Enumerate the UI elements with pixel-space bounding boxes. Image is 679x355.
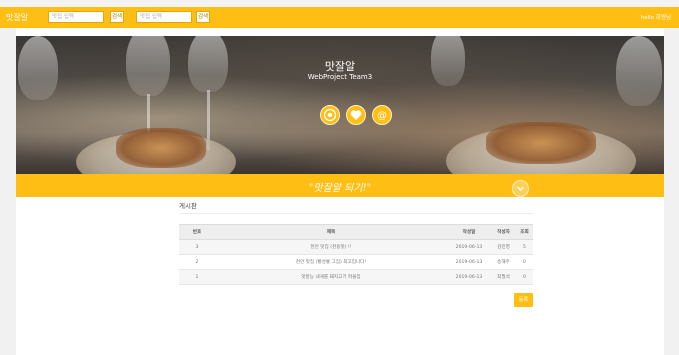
post-date: 2019-06-13: [447, 269, 491, 285]
hero-subtitle: WebProject Team3: [307, 73, 373, 81]
table-header-row: 번호 제목 작성일 작성자 조회: [179, 224, 533, 240]
post-title-link[interactable]: 맛잘능 내게를 돼지고기 파을집: [215, 269, 447, 285]
board-table: 번호 제목 작성일 작성자 조회 3 천안 맛집 (천동맛) !! 2019-0…: [179, 224, 533, 285]
divider: [179, 213, 533, 214]
column-header-author: 작성자: [491, 224, 516, 240]
chevron-down-icon[interactable]: [512, 180, 529, 197]
post-number: 2: [179, 254, 215, 270]
food-image: [486, 122, 596, 164]
table-row[interactable]: 3 천안 맛집 (천동맛) !! 2019-06-13 김민영 5: [179, 239, 533, 255]
brand-link[interactable]: 맛잘알: [6, 12, 28, 23]
post-date: 2019-06-13: [447, 239, 491, 255]
column-header-title: 제목: [215, 224, 447, 240]
slogan-bar: "맛잘알 되기!": [16, 174, 664, 197]
post-author: 김민영: [491, 239, 516, 255]
top-navbar: 맛잘알 맛집 입력 검색 맛집 입력 검색 hello 회원님: [0, 7, 679, 28]
column-header-date: 작성일: [447, 224, 491, 240]
board-title: 게시판: [179, 202, 197, 210]
post-number: 1: [179, 269, 215, 285]
svg-text:@: @: [377, 111, 387, 122]
post-views: 5: [516, 239, 533, 255]
search-button-2[interactable]: 검색: [196, 11, 210, 23]
search-input-1[interactable]: 맛집 입력: [48, 11, 104, 23]
column-header-views: 조회: [516, 224, 533, 240]
target-icon[interactable]: [320, 105, 340, 125]
post-number: 3: [179, 239, 215, 255]
search-input-2[interactable]: 맛집 입력: [136, 11, 192, 23]
post-title-link[interactable]: 천안 맛집 (천동맛) !!: [215, 239, 447, 255]
post-title-link[interactable]: 천안 맛집 (황성룡 그집) 최고입니다!: [215, 254, 447, 270]
right-gutter: [664, 28, 679, 355]
post-views: 0: [516, 269, 533, 285]
user-greeting[interactable]: hello 회원님: [641, 13, 671, 21]
food-image: [116, 128, 206, 168]
post-author: 최필석: [491, 269, 516, 285]
write-post-button[interactable]: 등록: [514, 293, 533, 307]
post-views: 0: [516, 254, 533, 270]
table-row[interactable]: 2 천안 맛집 (황성룡 그집) 최고입니다! 2019-06-13 송해주 0: [179, 254, 533, 270]
heart-icon[interactable]: [346, 105, 366, 125]
hero-banner: 맛잘알 WebProject Team3 @: [16, 36, 664, 174]
post-date: 2019-06-13: [447, 254, 491, 270]
left-gutter: [0, 28, 16, 355]
column-header-no: 번호: [179, 224, 215, 240]
hero-title: 맛잘알: [324, 60, 356, 73]
at-icon[interactable]: @: [372, 105, 392, 125]
page: 맛잘알 맛집 입력 검색 맛집 입력 검색 hello 회원님 맛잘알 WebP…: [0, 0, 679, 355]
search-button-1[interactable]: 검색: [110, 11, 124, 23]
table-row[interactable]: 1 맛잘능 내게를 돼지고기 파을집 2019-06-13 최필석 0: [179, 269, 533, 285]
slogan-text: "맛잘알 되기!": [308, 183, 372, 194]
post-author: 송해주: [491, 254, 516, 270]
